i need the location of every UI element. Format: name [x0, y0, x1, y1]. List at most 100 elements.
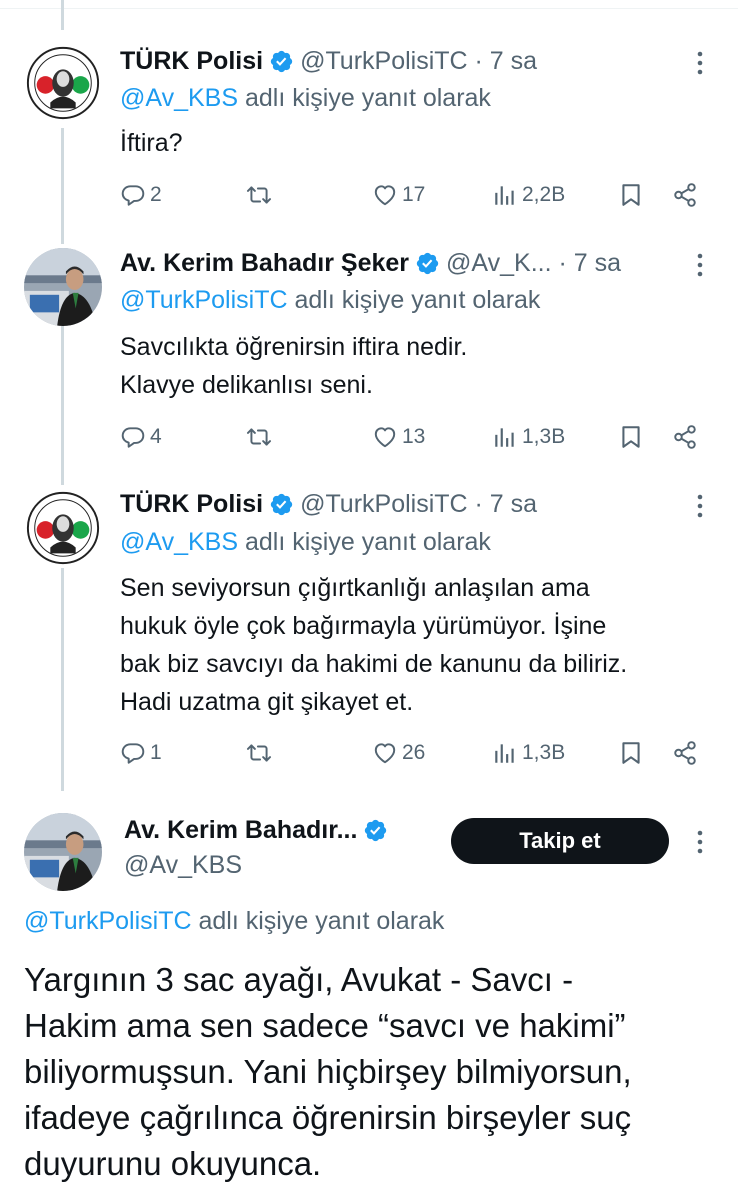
- display-name[interactable]: TÜRK Polisi: [120, 47, 263, 76]
- reply-context: @Av_KBS adlı kişiye yanıt olarak: [120, 528, 491, 556]
- retweet-icon: [246, 182, 272, 208]
- like-icon: [372, 182, 398, 208]
- more-icon[interactable]: [690, 250, 710, 280]
- more-icon[interactable]: [690, 491, 710, 521]
- reply-mention[interactable]: @Av_KBS: [120, 528, 238, 556]
- reply-icon: [120, 182, 146, 208]
- verified-badge-icon: [269, 492, 294, 517]
- tweet-text: Sen seviyorsun çığırtkanlığı anlaşılan a…: [120, 569, 720, 721]
- tweet[interactable]: TÜRK Polisi @TurkPolisiTC · 7 sa @Av_KBS…: [0, 0, 738, 240]
- tweet-header: TÜRK Polisi @TurkPolisiTC · 7 sa: [120, 42, 537, 80]
- reply-count: 2: [150, 183, 162, 206]
- retweet-icon: [246, 424, 272, 450]
- display-name[interactable]: Av. Kerim Bahadır...: [124, 816, 357, 845]
- tweet-text: Yargının 3 sac ayağı, Avukat - Savcı - H…: [24, 957, 724, 1187]
- tweet-text-line: Klavye delikanlısı seni.: [120, 371, 373, 399]
- action-bar: 2 17 2,2B: [120, 177, 710, 213]
- handle-time[interactable]: @Av_K... · 7 sa: [446, 249, 621, 278]
- tweet-header: Av. Kerim Bahadır...: [124, 811, 394, 849]
- like-count: 26: [402, 741, 426, 764]
- reply-button[interactable]: 4: [120, 419, 162, 455]
- views-button[interactable]: 1,3B: [492, 419, 565, 455]
- handle-time[interactable]: @TurkPolisiTC · 7 sa: [300, 490, 537, 519]
- action-bar: 1 26 1,3B: [120, 735, 710, 771]
- share-icon: [672, 424, 698, 450]
- share-button[interactable]: [672, 419, 698, 455]
- tweet-text-line: biliyormuşsun. Yani hiçbirşey bilmiyorsu…: [24, 1053, 632, 1090]
- action-bar: 4 13 1,3B: [120, 419, 710, 455]
- tweet[interactable]: TÜRK Polisi @TurkPolisiTC · 7 sa @Av_KBS…: [0, 485, 738, 795]
- avatar[interactable]: [24, 813, 102, 891]
- like-button[interactable]: 13: [372, 419, 425, 455]
- handle[interactable]: @Av_KBS: [124, 851, 242, 880]
- reply-mention[interactable]: @TurkPolisiTC: [24, 907, 192, 935]
- reply-context: @TurkPolisiTC adlı kişiye yanıt olarak: [24, 907, 445, 935]
- like-count: 17: [402, 183, 426, 206]
- reply-button[interactable]: 2: [120, 177, 162, 213]
- views-button[interactable]: 1,3B: [492, 735, 565, 771]
- tweet-text-line: ifadeye çağrılınca öğrenirsin birşeyler …: [24, 1099, 632, 1136]
- bookmark-icon: [618, 740, 644, 766]
- bookmark-icon: [618, 182, 644, 208]
- display-name[interactable]: Av. Kerim Bahadır Şeker: [120, 249, 409, 278]
- views-count: 2,2B: [522, 183, 566, 206]
- tweet-text-line: bak biz savcıyı da hakimi de kanunu da b…: [120, 650, 628, 678]
- tweet-text-line: Hadi uzatma git şikayet et.: [120, 688, 414, 716]
- like-button[interactable]: 17: [372, 177, 425, 213]
- tweet-text: Savcılıkta öğrenirsin iftira nedir. Klav…: [120, 328, 720, 404]
- tweet-text-line: İftira?: [120, 129, 183, 157]
- reply-mention[interactable]: @Av_KBS: [120, 84, 238, 112]
- tweet-text-line: Sen seviyorsun çığırtkanlığı anlaşılan a…: [120, 574, 590, 602]
- bookmark-icon: [618, 424, 644, 450]
- like-icon: [372, 424, 398, 450]
- share-icon: [672, 740, 698, 766]
- retweet-icon: [246, 740, 272, 766]
- avatar[interactable]: [24, 248, 102, 326]
- verified-badge-icon: [363, 818, 388, 843]
- tweet-header: Av. Kerim Bahadır Şeker @Av_K... · 7 sa: [120, 244, 621, 282]
- reply-button[interactable]: 1: [120, 735, 162, 771]
- views-button[interactable]: 2,2B: [492, 177, 565, 213]
- views-icon: [492, 182, 518, 208]
- share-icon: [672, 182, 698, 208]
- views-icon: [492, 424, 518, 450]
- like-icon: [372, 740, 398, 766]
- tweet-text-line: hukuk öyle çok bağırmayla yürümüyor. İşi…: [120, 612, 607, 640]
- tweet-text-line: Hakim ama sen sadece “savcı ve hakimi”: [24, 1007, 626, 1044]
- reply-icon: [120, 740, 146, 766]
- bookmark-button[interactable]: [618, 177, 644, 213]
- tweet-text: İftira?: [120, 124, 720, 162]
- verified-badge-icon: [415, 251, 440, 276]
- views-count: 1,3B: [522, 425, 566, 448]
- like-button[interactable]: 26: [372, 735, 425, 771]
- bookmark-button[interactable]: [618, 735, 644, 771]
- reply-mention[interactable]: @TurkPolisiTC: [120, 286, 288, 314]
- main-tweet: Av. Kerim Bahadır... @Av_KBS Takip et @T…: [0, 795, 738, 1199]
- tweet-text-line: Savcılıkta öğrenirsin iftira nedir.: [120, 333, 468, 361]
- reply-count: 4: [150, 425, 162, 448]
- more-icon[interactable]: [690, 48, 710, 78]
- reply-icon: [120, 424, 146, 450]
- retweet-button[interactable]: [246, 419, 272, 455]
- handle-time[interactable]: @TurkPolisiTC · 7 sa: [300, 47, 537, 76]
- retweet-button[interactable]: [246, 735, 272, 771]
- display-name[interactable]: TÜRK Polisi: [120, 490, 263, 519]
- reply-context: @Av_KBS adlı kişiye yanıt olarak: [120, 84, 491, 112]
- tweet-text-line: duyurunu okuyunca.: [24, 1145, 322, 1182]
- views-icon: [492, 740, 518, 766]
- more-icon[interactable]: [690, 827, 710, 857]
- retweet-button[interactable]: [246, 177, 272, 213]
- share-button[interactable]: [672, 735, 698, 771]
- bookmark-button[interactable]: [618, 419, 644, 455]
- follow-button[interactable]: Takip et: [451, 818, 669, 864]
- verified-badge-icon: [269, 49, 294, 74]
- tweet[interactable]: Av. Kerim Bahadır Şeker @Av_K... · 7 sa …: [0, 240, 738, 485]
- avatar[interactable]: [24, 44, 102, 122]
- share-button[interactable]: [672, 177, 698, 213]
- like-count: 13: [402, 425, 426, 448]
- tweet-text-line: Yargının 3 sac ayağı, Avukat - Savcı -: [24, 961, 574, 998]
- tweet-header: TÜRK Polisi @TurkPolisiTC · 7 sa: [120, 485, 537, 523]
- avatar[interactable]: [24, 489, 102, 567]
- views-count: 1,3B: [522, 741, 566, 764]
- reply-context: @TurkPolisiTC adlı kişiye yanıt olarak: [120, 286, 541, 314]
